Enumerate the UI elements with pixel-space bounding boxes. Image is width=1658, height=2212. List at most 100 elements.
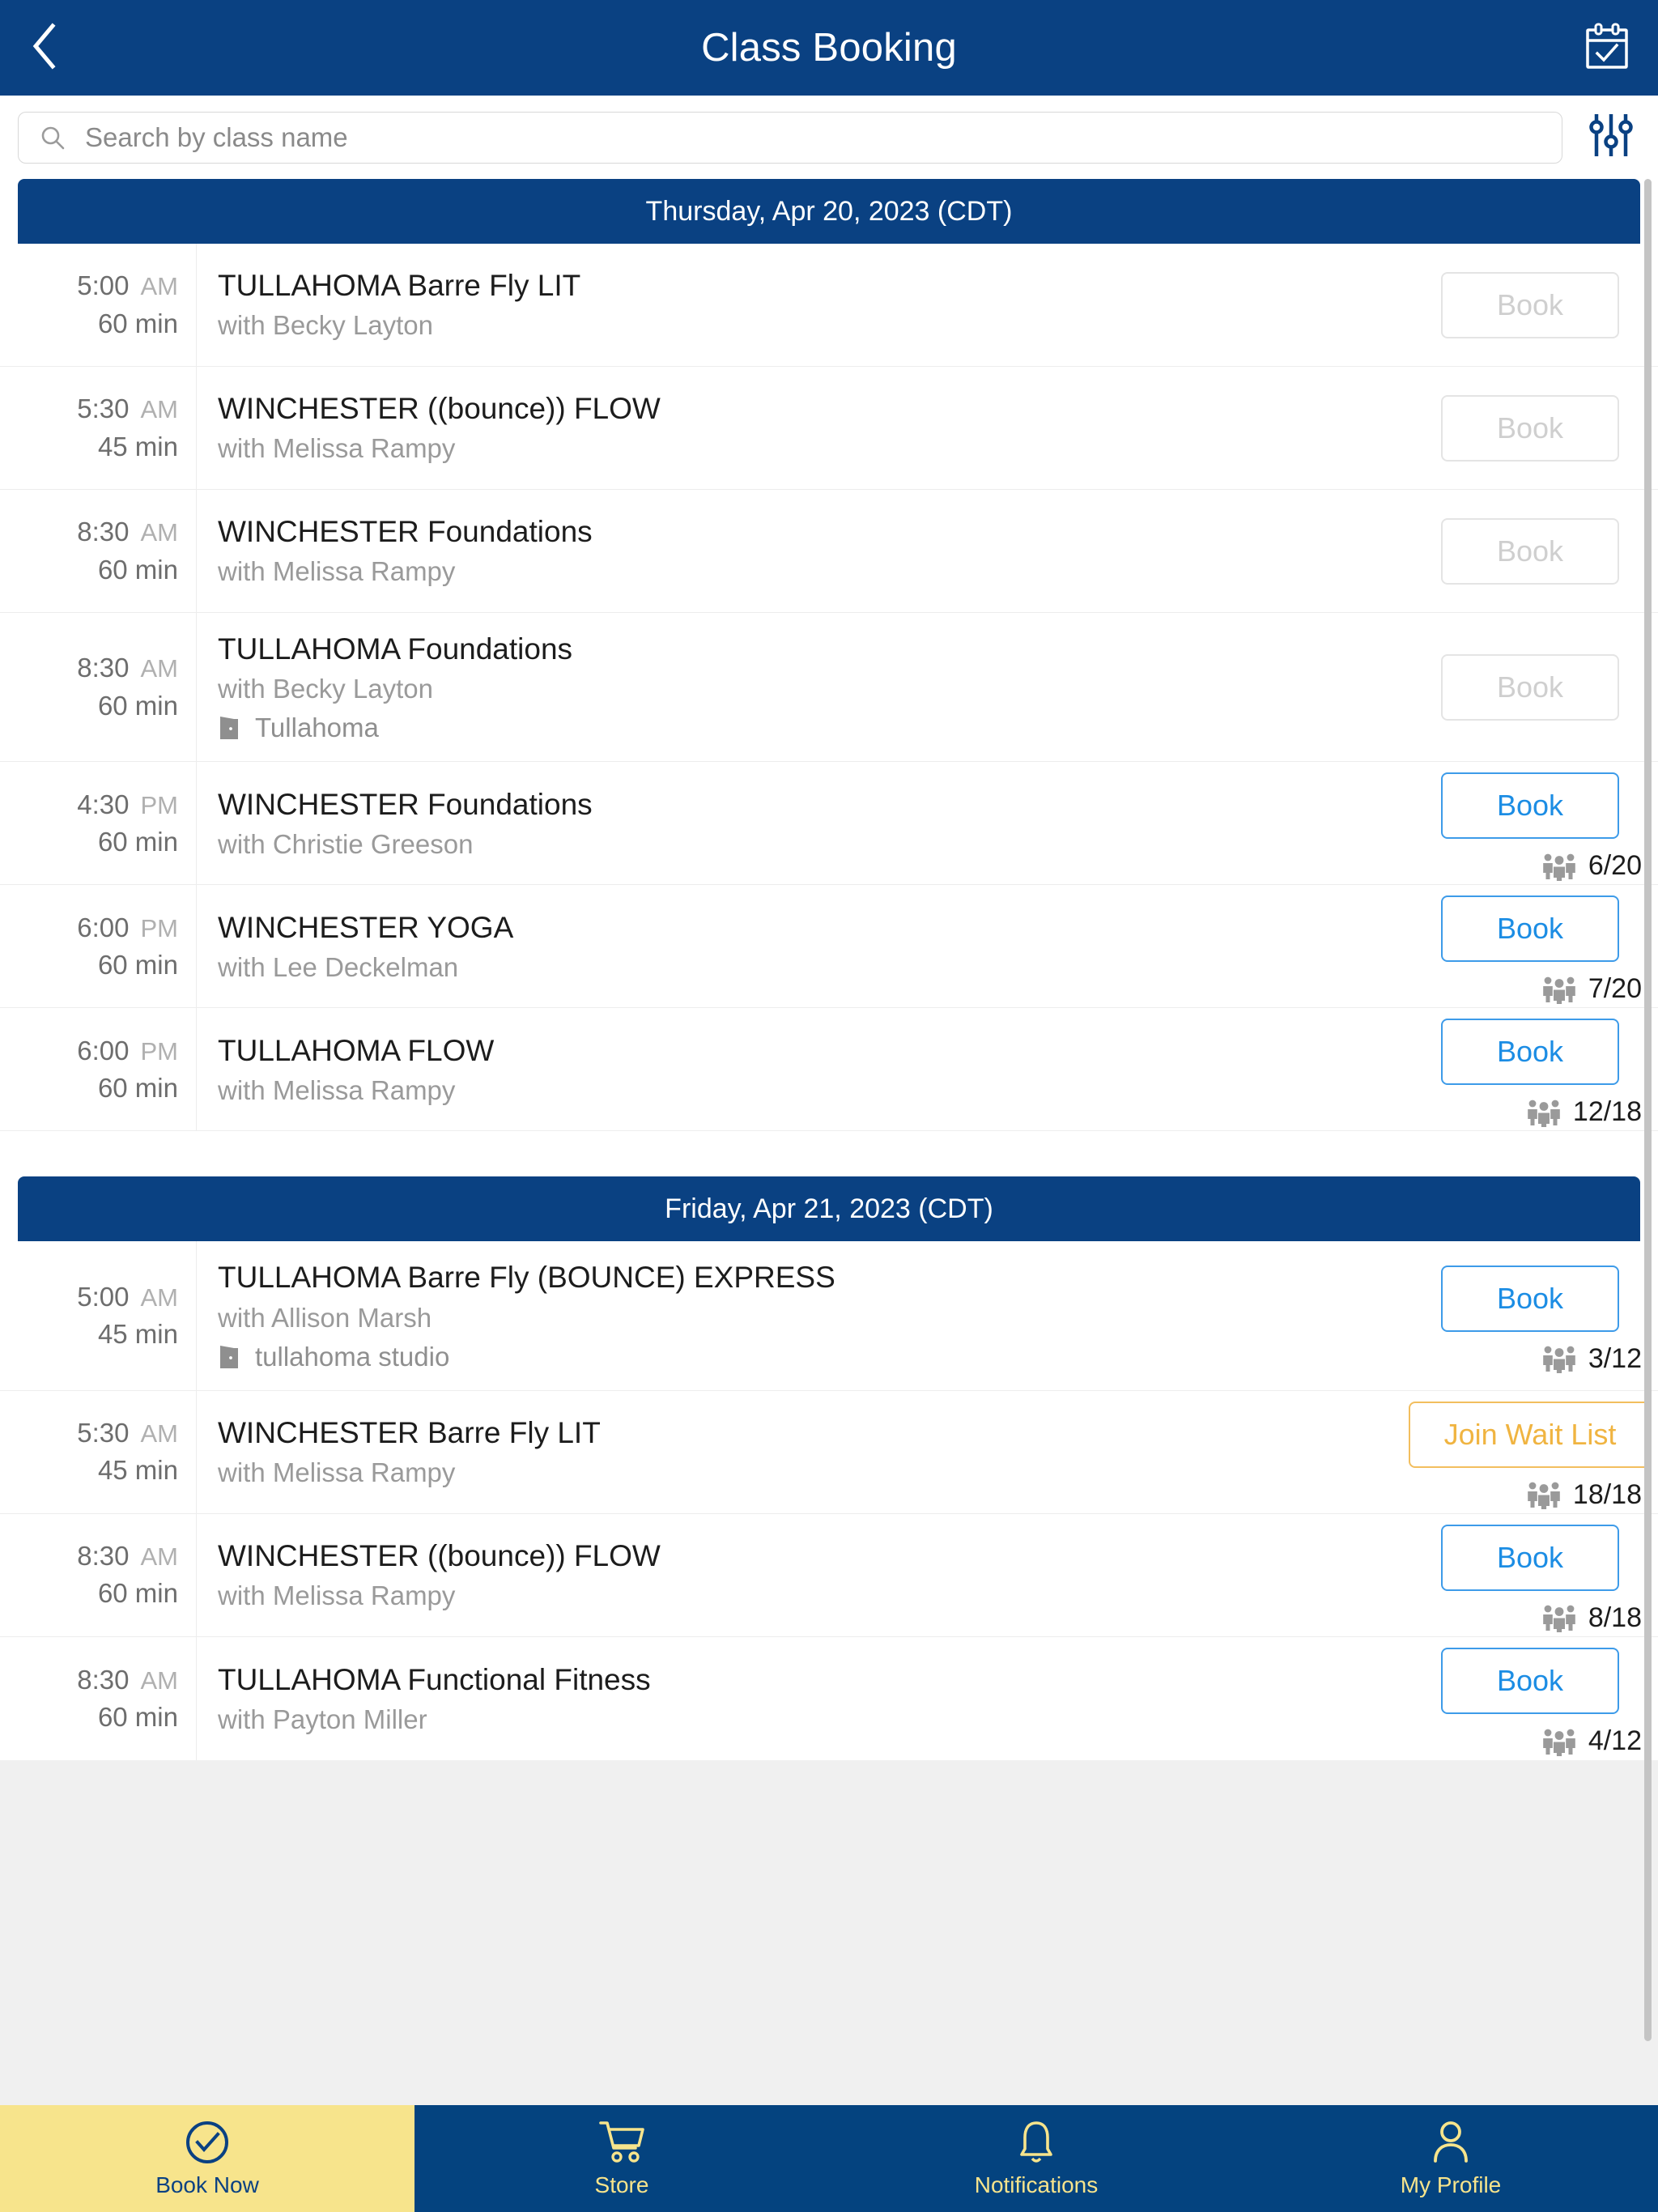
filter-button[interactable] [1577,108,1645,167]
class-info-column: TULLAHOMA Foundations with Becky Layton Tu… [197,613,1415,761]
class-instructor: with Christie Greeson [218,828,474,859]
class-time-column: 8:30 AM 60 min [0,1636,197,1760]
class-time-column: 6:00 PM 60 min [0,885,197,1008]
nav-item-notifications[interactable]: Notifications [829,2105,1244,2212]
class-action-column: Book 8/18 [1415,1514,1658,1637]
class-row[interactable]: 4:30 PM 60 min WINCHESTER Foundations with C… [0,762,1658,886]
class-capacity: 3/12 [1541,1343,1645,1378]
class-capacity: 12/18 [1526,1096,1645,1132]
book-button[interactable]: Book [1441,1265,1619,1332]
class-action-column: Book 6/20 [1415,762,1658,886]
shopping-cart-icon [598,2119,645,2166]
class-time-meridiem: AM [140,272,179,301]
class-capacity: 4/12 [1541,1725,1645,1761]
door-location-icon [218,715,242,741]
class-booking-screen: Class Booking Search by class name Thurs… [0,0,1658,2212]
class-time: 6:00 PM [77,911,178,945]
class-time-value: 5:30 [77,1418,130,1448]
nav-item-book-now[interactable]: Book Now [0,2105,414,2212]
class-info-column: TULLAHOMA Functional Fitness with Payton … [197,1637,1415,1760]
class-row[interactable]: 8:30 AM 60 min WINCHESTER Foundations with M… [0,490,1658,613]
class-title: TULLAHOMA Barre Fly LIT [218,269,581,303]
class-time-value: 4:30 [77,789,130,819]
calendar-check-button[interactable] [1584,23,1630,73]
class-time-value: 5:00 [77,1281,130,1312]
class-title: WINCHESTER Foundations [218,787,593,821]
class-location: tullahoma studio [218,1342,1399,1372]
people-capacity-icon [1541,1727,1577,1761]
nav-item-label: Notifications [974,2172,1099,2197]
class-capacity-value: 12/18 [1572,1096,1642,1128]
book-button[interactable]: Book [1441,1019,1619,1086]
nav-item-label: Book Now [155,2172,259,2197]
class-action-column: Book [1415,613,1658,761]
class-time-value: 8:30 [77,517,130,547]
class-time: 8:30 AM [77,1663,178,1697]
class-time-value: 5:00 [77,270,130,301]
class-capacity: 8/18 [1541,1602,1645,1637]
class-location-label: Tullahoma [255,713,379,743]
search-field-wrapper[interactable]: Search by class name [18,111,1562,164]
class-duration: 60 min [97,308,178,338]
class-row[interactable]: 8:30 AM 60 min TULLAHOMA Foundations with Be… [0,613,1658,763]
class-time-meridiem: PM [140,790,179,819]
class-info-column: WINCHESTER Foundations with Melissa Rampy [197,490,1415,612]
class-time-value: 8:30 [77,653,130,683]
class-title: WINCHESTER ((bounce)) FLOW [218,392,661,426]
class-row[interactable]: 5:30 AM 45 min WINCHESTER ((bounce)) FLOW wi… [0,367,1658,490]
class-time: 5:00 AM [77,1280,178,1314]
class-time-meridiem: AM [140,1665,179,1695]
class-time: 5:30 AM [77,1416,178,1450]
class-duration: 60 min [97,826,178,857]
class-duration: 60 min [97,949,178,980]
class-action-column: Book [1415,244,1658,366]
join-wait-list-button[interactable]: Join Wait List [1409,1401,1652,1468]
book-button[interactable]: Book [1441,772,1619,840]
class-title: WINCHESTER YOGA [218,910,514,944]
book-button[interactable]: Book [1441,895,1619,963]
check-circle-icon [184,2119,231,2166]
people-capacity-icon [1541,975,1577,1009]
class-instructor: with Lee Deckelman [218,951,459,982]
people-capacity-icon [1526,1480,1562,1514]
door-location-icon [218,1344,242,1370]
class-row[interactable]: 5:00 AM 45 min TULLAHOMA Barre Fly (BOUNCE)… [0,1241,1658,1391]
nav-item-store[interactable]: Store [414,2105,829,2212]
class-row[interactable]: 6:00 PM 60 min TULLAHOMA FLOW with Melissa R… [0,1008,1658,1132]
class-instructor: with Melissa Rampy [218,1074,456,1105]
class-action-column: Book [1415,367,1658,489]
class-row[interactable]: 5:00 AM 60 min TULLAHOMA Barre Fly LIT with … [0,244,1658,367]
class-capacity-value: 8/18 [1588,1602,1642,1633]
class-time-value: 6:00 [77,912,130,942]
class-list-scroll-area[interactable]: Thursday, Apr 20, 2023 (CDT) 5:00 AM 60 min… [0,179,1658,2105]
search-input[interactable]: Search by class name [85,122,348,153]
class-action-column: Book [1415,490,1658,612]
class-duration: 60 min [97,554,178,585]
class-row[interactable]: 8:30 AM 60 min WINCHESTER ((bounce)) FLOW wi… [0,1513,1658,1637]
back-button[interactable] [0,0,89,96]
class-location-label: tullahoma studio [255,1341,450,1372]
book-button: Book [1441,517,1619,585]
class-time-column: 8:30 AM 60 min [0,490,197,612]
class-instructor: with Allison Marsh [218,1302,432,1333]
class-time: 6:00 PM [77,1034,178,1068]
book-button: Book [1441,394,1619,462]
book-button[interactable]: Book [1441,1524,1619,1591]
class-row[interactable]: 8:30 AM 60 min TULLAHOMA Functional Fitness… [0,1636,1658,1761]
class-row[interactable]: 5:30 AM 45 min WINCHESTER Barre Fly LIT with… [0,1390,1658,1514]
class-instructor: with Melissa Rampy [218,433,456,464]
class-row[interactable]: 6:00 PM 60 min WINCHESTER YOGA with Lee Deck… [0,885,1658,1009]
class-action-column: Join Wait List 18/18 [1409,1391,1658,1514]
nav-item-label: My Profile [1400,2172,1502,2197]
class-capacity-value: 6/20 [1588,850,1642,882]
search-row: Search by class name [0,96,1658,179]
class-instructor: with Melissa Rampy [218,1580,456,1611]
class-title: WINCHESTER Barre Fly LIT [218,1416,601,1450]
book-button: Book [1441,271,1619,338]
book-button[interactable]: Book [1441,1648,1619,1715]
class-time-column: 4:30 PM 60 min [0,762,197,885]
nav-item-my-profile[interactable]: My Profile [1244,2105,1658,2212]
vertical-scrollbar[interactable] [1644,179,1652,2041]
class-time-meridiem: PM [140,1036,179,1066]
class-instructor: with Melissa Rampy [218,556,456,587]
